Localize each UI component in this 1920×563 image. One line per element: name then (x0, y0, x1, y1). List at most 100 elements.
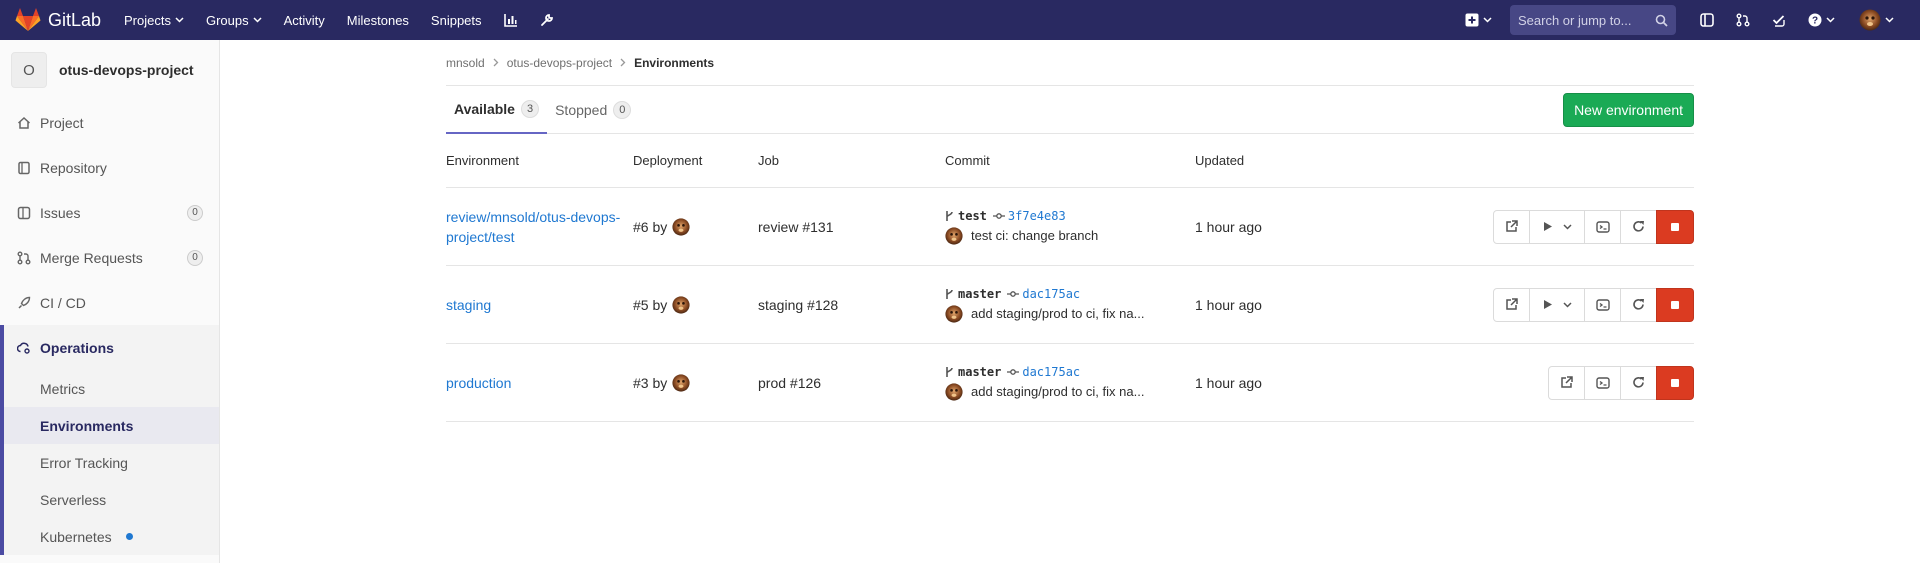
sidebar-item-project[interactable]: Project (0, 100, 219, 145)
redeploy-button[interactable] (1620, 209, 1657, 244)
terminal-button[interactable] (1584, 287, 1621, 322)
breadcrumb-current[interactable]: Environments (634, 56, 714, 70)
open-live-environment-button[interactable] (1493, 209, 1530, 244)
chevron-right-icon (620, 58, 626, 67)
commit-message-link[interactable]: test ci: change branch (971, 228, 1098, 243)
avatar[interactable] (945, 304, 963, 323)
avatar[interactable] (672, 295, 690, 314)
new-dropdown-button[interactable] (1465, 13, 1492, 27)
sidebar-subitem-error-tracking[interactable]: Error Tracking (4, 444, 219, 481)
terminal-button[interactable] (1584, 209, 1621, 244)
wrench-icon[interactable] (540, 13, 554, 27)
nav-snippets[interactable]: Snippets (431, 13, 482, 28)
help-dropdown[interactable]: ? (1808, 13, 1835, 27)
merge-request-icon[interactable] (1736, 13, 1750, 27)
sidebar-subitem-serverless[interactable]: Serverless (4, 481, 219, 518)
sidebar-subitem-label: Kubernetes (40, 528, 112, 545)
tab-stopped[interactable]: Stopped 0 (547, 86, 639, 134)
retry-icon (1633, 377, 1644, 388)
nav-projects[interactable]: Projects (124, 13, 184, 28)
deployment-number: #5 by (633, 296, 668, 313)
commit-sha-link[interactable]: 3f7e4e83 (1008, 209, 1066, 223)
merge-requests-count-badge: 0 (187, 249, 203, 266)
deploy-actions-dropdown[interactable] (1529, 287, 1585, 322)
project-header[interactable]: O otus-devops-project (0, 40, 219, 100)
environment-actions (1493, 209, 1694, 244)
tab-available[interactable]: Available 3 (446, 86, 548, 134)
todo-check-icon[interactable] (1772, 13, 1786, 27)
branch-icon (946, 366, 953, 377)
open-live-environment-button[interactable] (1493, 287, 1530, 322)
avatar[interactable] (672, 217, 690, 236)
home-icon (17, 116, 31, 129)
sidebar-item-ci-cd[interactable]: CI / CD (0, 280, 219, 325)
sidebar-panel-icon[interactable] (1700, 13, 1714, 27)
breadcrumb-namespace[interactable]: mnsold (446, 56, 485, 70)
redeploy-button[interactable] (1620, 287, 1657, 322)
deploy-actions-dropdown[interactable] (1529, 209, 1585, 244)
terminal-button[interactable] (1584, 365, 1621, 400)
stop-environment-button[interactable] (1656, 209, 1694, 244)
avatar[interactable] (945, 382, 963, 401)
sidebar-subitem-metrics[interactable]: Metrics (4, 370, 219, 407)
commit-icon (1007, 290, 1020, 297)
nav-activity[interactable]: Activity (284, 13, 325, 28)
sidebar-item-label: Repository (40, 159, 107, 176)
new-feature-dot (125, 533, 133, 540)
stop-icon (1671, 300, 1679, 309)
commit-ref[interactable]: master (958, 287, 1001, 301)
commit-ref[interactable]: master (958, 365, 1001, 379)
commit-message-link[interactable]: add staging/prod to ci, fix na... (971, 384, 1144, 399)
user-menu[interactable] (1859, 9, 1894, 31)
column-header-deployment: Deployment (633, 153, 703, 168)
sidebar-item-issues[interactable]: Issues 0 (0, 190, 219, 235)
redeploy-button[interactable] (1620, 365, 1657, 400)
new-environment-button[interactable]: New environment (1563, 92, 1694, 127)
stop-icon (1671, 378, 1679, 387)
tab-label: Available (454, 100, 515, 117)
breadcrumb-project[interactable]: otus-devops-project (507, 56, 612, 70)
gitlab-home-link[interactable]: GitLab (14, 6, 106, 34)
chevron-down-icon (1885, 17, 1894, 23)
sidebar-item-merge-requests[interactable]: Merge Requests 0 (0, 235, 219, 280)
job-link[interactable]: review #131 (758, 219, 945, 235)
nav-groups-label: Groups (205, 12, 249, 28)
breadcrumb: mnsold otus-devops-project Environments (446, 40, 1694, 86)
commit-message-link[interactable]: add staging/prod to ci, fix na... (971, 306, 1144, 321)
sidebar-subitem-kubernetes[interactable]: Kubernetes (4, 518, 219, 555)
job-link[interactable]: prod #126 (758, 375, 945, 391)
stop-environment-button[interactable] (1656, 287, 1694, 322)
book-icon (18, 161, 30, 174)
main-content: mnsold otus-devops-project Environments … (446, 40, 1694, 422)
commit-sha-link[interactable]: dac175ac (1022, 365, 1080, 379)
external-link-icon (1561, 376, 1573, 388)
sidebar-item-label: Project (40, 114, 84, 131)
environment-name-line2: project/test (446, 228, 515, 245)
column-header-commit: Commit (945, 153, 990, 168)
terminal-icon (1595, 220, 1610, 233)
nav-groups[interactable]: Groups (206, 13, 262, 28)
search-input[interactable]: Search or jump to... (1510, 5, 1676, 35)
avatar[interactable] (672, 373, 690, 392)
commit-icon (1007, 368, 1020, 375)
avatar (1859, 9, 1881, 31)
stop-environment-button[interactable] (1656, 365, 1694, 400)
environment-link[interactable]: review/mnsold/otus-devops- project/test (446, 207, 633, 247)
job-link[interactable]: staging #128 (758, 297, 945, 313)
avatar[interactable] (945, 226, 963, 245)
commit-sha-link[interactable]: dac175ac (1022, 287, 1080, 301)
nav-milestones[interactable]: Milestones (347, 13, 409, 28)
column-header-updated: Updated (1195, 153, 1245, 168)
environment-link[interactable]: staging (446, 295, 633, 315)
chart-icon[interactable] (503, 13, 518, 27)
branch-icon (946, 288, 953, 299)
environment-link[interactable]: production (446, 373, 633, 393)
sidebar-item-operations[interactable]: Operations (4, 325, 219, 370)
open-live-environment-button[interactable] (1548, 365, 1585, 400)
sidebar-subitem-environments[interactable]: Environments (4, 407, 219, 444)
sidebar-section-operations: Operations Metrics Environments Error Tr… (0, 325, 219, 555)
commit-icon (992, 212, 1005, 219)
column-header-job: Job (758, 153, 779, 168)
commit-ref[interactable]: test (958, 209, 987, 223)
sidebar-item-repository[interactable]: Repository (0, 145, 219, 190)
